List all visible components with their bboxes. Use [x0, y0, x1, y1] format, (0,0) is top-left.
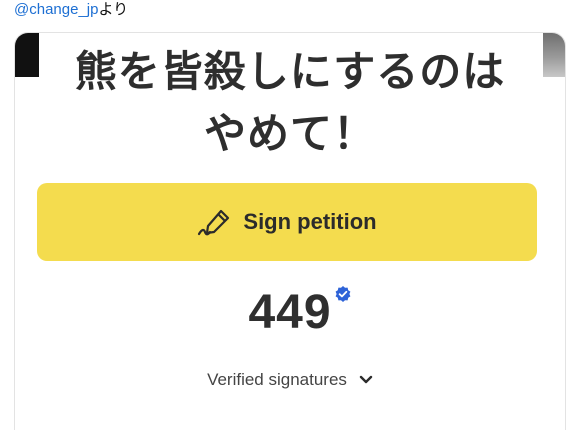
- signature-pen-icon: [198, 209, 230, 236]
- sign-petition-label: Sign petition: [243, 209, 377, 234]
- chevron-down-icon: [359, 375, 373, 384]
- source-line: @change_jpより: [14, 0, 128, 20]
- source-handle-link[interactable]: @change_jp: [14, 1, 98, 18]
- sign-petition-button[interactable]: Sign petition: [37, 183, 537, 261]
- signature-count-area: 449: [15, 281, 565, 345]
- signature-count-value: 449: [248, 286, 332, 339]
- verified-signatures-toggle[interactable]: Verified signatures: [15, 367, 565, 393]
- verified-check-icon: [335, 286, 350, 302]
- headline-line-1: 熊を皆殺しにするのは: [74, 48, 506, 95]
- verified-signatures-label: Verified signatures: [207, 370, 347, 389]
- tweet-page: @change_jpより 熊を皆殺しにするのは やめて！ Sign petiti…: [0, 0, 576, 430]
- left-image-edge: [15, 33, 39, 77]
- headline-line-2: やめて！: [203, 110, 376, 157]
- signature-count: 449: [248, 281, 350, 345]
- source-suffix: より: [98, 1, 129, 18]
- petition-headline: 熊を皆殺しにするのは やめて！: [65, 41, 515, 165]
- petition-card[interactable]: 熊を皆殺しにするのは やめて！ Sign petition 449 Verifi…: [14, 32, 566, 430]
- right-image-edge: [543, 33, 565, 77]
